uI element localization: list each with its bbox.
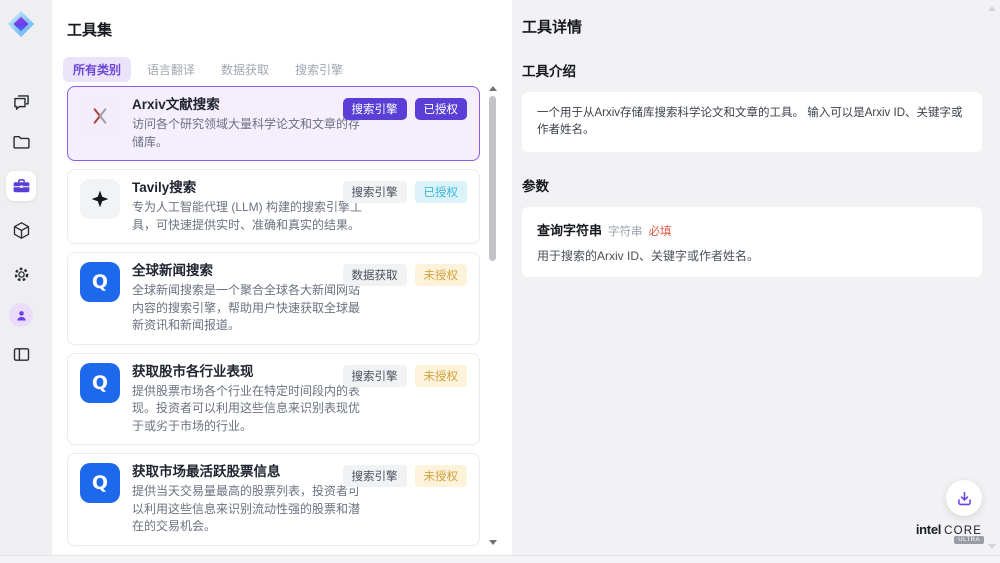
scroll-up-arrow-icon[interactable]	[489, 86, 497, 91]
intro-text: 一个用于从Arxiv存储库搜索科学论文和文章的工具。 输入可以是Arxiv ID…	[537, 105, 967, 139]
tool-card[interactable]: Q 全球新闻搜索 全球新闻搜索是一个聚合全球各大新闻网站内容的搜索引擎，帮助用户…	[67, 252, 480, 345]
intel-core-logo: intelCORE ULTRA	[912, 521, 986, 539]
download-button[interactable]	[946, 480, 982, 516]
tab-2[interactable]: 数据获取	[211, 57, 279, 82]
category-tag: 搜索引擎	[343, 365, 407, 387]
toolbox-panel: 工具集 所有类别语言翻译数据获取搜索引擎 Arxiv文献搜索 访问各个研究领域大…	[52, 0, 512, 555]
user-avatar-icon	[14, 308, 29, 323]
category-tabs: 所有类别语言翻译数据获取搜索引擎	[63, 57, 512, 82]
category-tag: 搜索引擎	[343, 181, 407, 203]
tool-description: 访问各个研究领域大量科学论文和文章的存储库。	[132, 116, 371, 151]
brand-intel: intel	[916, 522, 941, 537]
tool-card[interactable]: Arxiv文献搜索 访问各个研究领域大量科学论文和文章的存储库。 搜索引擎 已授…	[67, 86, 480, 161]
tool-name: 获取市场最活跃股票信息	[132, 463, 371, 481]
arxiv-icon	[80, 96, 120, 136]
qblue-icon: Q	[80, 363, 120, 403]
left-sidebar	[0, 0, 52, 555]
category-tag: 搜索引擎	[343, 98, 407, 120]
status-badge: 已授权	[415, 181, 468, 203]
chat-bubbles-icon	[11, 92, 32, 113]
tool-list: Arxiv文献搜索 访问各个研究领域大量科学论文和文章的存储库。 搜索引擎 已授…	[67, 86, 480, 553]
status-badge: 未授权	[415, 264, 468, 286]
tool-name: Arxiv文献搜索	[132, 96, 371, 114]
status-badge: 未授权	[415, 365, 468, 387]
qblue-icon: Q	[80, 262, 120, 302]
qblue-icon: Q	[80, 463, 120, 503]
tool-description: 专为人工智能代理 (LLM) 构建的搜索引擎工具，可快速提供实时、准确和真实的结…	[132, 199, 371, 234]
intro-card: 一个用于从Arxiv存储库搜索科学论文和文章的工具。 输入可以是Arxiv ID…	[522, 92, 982, 152]
brand-ultra-badge: ULTRA	[954, 536, 984, 544]
tab-1[interactable]: 语言翻译	[137, 57, 205, 82]
bottom-strip	[0, 555, 1000, 563]
param-card: 查询字符串 字符串 必填 用于搜索的Arxiv ID、关键字或作者姓名。	[522, 207, 982, 277]
tool-detail-panel: 工具详情 工具介绍 一个用于从Arxiv存储库搜索科学论文和文章的工具。 输入可…	[512, 0, 1000, 555]
tab-3[interactable]: 搜索引擎	[285, 57, 353, 82]
sidebar-item-files[interactable]	[6, 127, 36, 157]
tab-0[interactable]: 所有类别	[63, 57, 131, 82]
category-tag: 数据获取	[343, 264, 407, 286]
tool-card[interactable]: Tavily搜索 专为人工智能代理 (LLM) 构建的搜索引擎工具，可快速提供实…	[67, 169, 480, 244]
user-avatar[interactable]	[9, 303, 33, 327]
tool-description: 全球新闻搜索是一个聚合全球各大新闻网站内容的搜索引擎，帮助用户快速获取全球最新资…	[132, 282, 371, 335]
tool-description: 提供当天交易量最高的股票列表，投资者可以利用这些信息来识别流动性强的股票和潜在的…	[132, 483, 371, 536]
window-scroll-down-icon[interactable]	[988, 544, 996, 549]
param-description: 用于搜索的Arxiv ID、关键字或作者姓名。	[537, 247, 967, 264]
tavily-icon	[80, 179, 120, 219]
panel-toggle-icon	[11, 344, 32, 365]
sidebar-item-settings[interactable]	[6, 259, 36, 289]
scroll-down-arrow-icon[interactable]	[489, 540, 497, 545]
tool-name: 全球新闻搜索	[132, 262, 371, 280]
tool-card[interactable]: Q 获取市场最活跃股票信息 提供当天交易量最高的股票列表，投资者可以利用这些信息…	[67, 453, 480, 546]
params-heading: 参数	[522, 175, 982, 195]
param-name: 查询字符串	[537, 220, 602, 239]
detail-title: 工具详情	[522, 16, 982, 37]
app-logo	[7, 9, 35, 39]
tool-name: Tavily搜索	[132, 179, 371, 197]
tool-name: 获取股市各行业表现	[132, 363, 371, 381]
sidebar-item-chat[interactable]	[6, 87, 36, 117]
cube-icon	[11, 220, 32, 241]
download-icon	[955, 489, 974, 508]
sidebar-item-models[interactable]	[6, 215, 36, 245]
page-title: 工具集	[67, 19, 512, 40]
folder-icon	[11, 132, 32, 153]
toolbox-icon	[11, 176, 32, 197]
window-scroll-up-icon[interactable]	[988, 6, 996, 11]
gear-icon	[11, 264, 32, 285]
status-badge: 已授权	[415, 98, 468, 120]
tool-card[interactable]: Q 获取股市各行业表现 提供股票市场各个行业在特定时间段内的表现。投资者可以利用…	[67, 353, 480, 446]
list-scrollbar[interactable]	[488, 84, 498, 547]
param-type: 字符串	[608, 223, 643, 239]
tool-description: 提供股票市场各个行业在特定时间段内的表现。投资者可以利用这些信息来识别表现优于或…	[132, 383, 371, 436]
sidebar-item-tools[interactable]	[6, 171, 36, 201]
intro-heading: 工具介绍	[522, 60, 982, 80]
category-tag: 搜索引擎	[343, 465, 407, 487]
status-badge: 未授权	[415, 465, 468, 487]
scrollbar-thumb[interactable]	[489, 96, 496, 261]
param-required-label: 必填	[649, 223, 672, 239]
panel-toggle-button[interactable]	[6, 339, 36, 369]
